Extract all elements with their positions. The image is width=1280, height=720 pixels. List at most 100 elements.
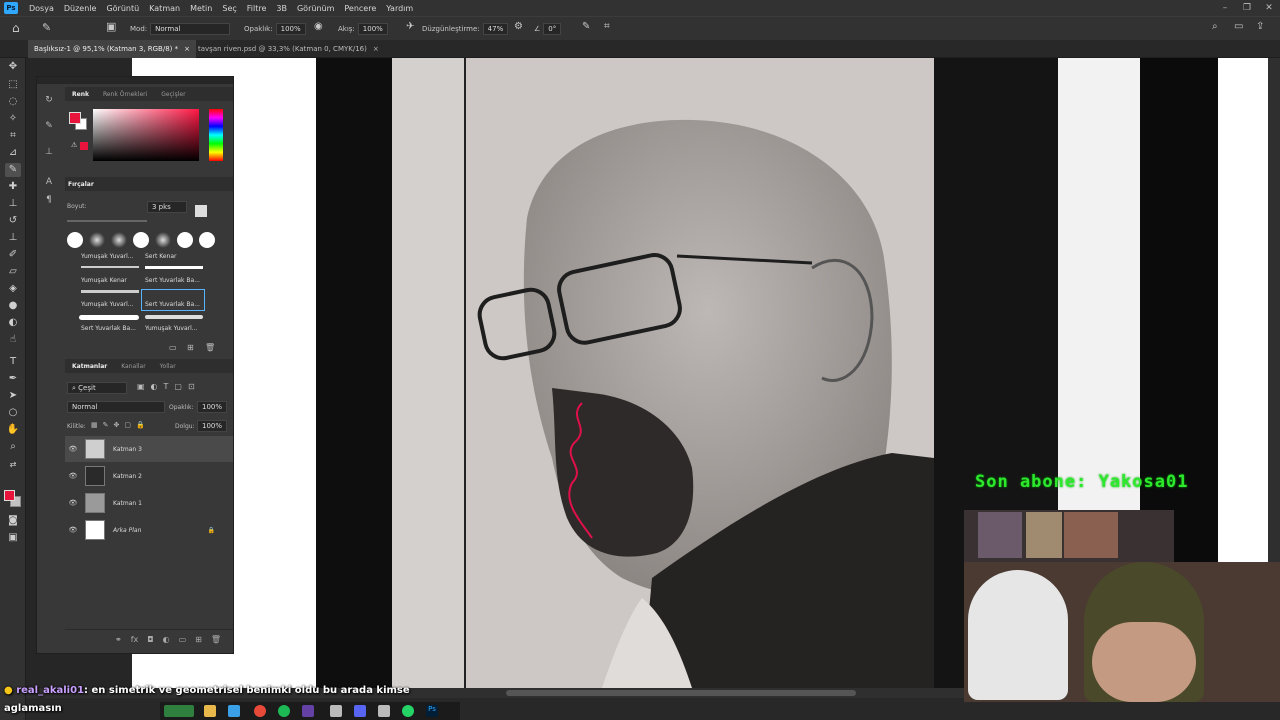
fx-icon[interactable]: fx	[131, 635, 139, 649]
pen-tool-icon[interactable]: ✒	[5, 372, 21, 386]
stamp-tool-icon[interactable]: ⊥	[5, 231, 21, 245]
type-tool-icon[interactable]: T	[5, 355, 21, 369]
path-select-tool-icon[interactable]: ➤	[5, 389, 21, 403]
brush-name[interactable]: Yumuşak Yuvarl...	[81, 253, 133, 260]
layer-row[interactable]: 👁 Katman 1	[65, 490, 233, 516]
airbrush-icon[interactable]: ✈	[406, 21, 414, 32]
close-icon[interactable]: ✕	[1258, 3, 1280, 13]
shape-tool-icon[interactable]: ○	[5, 406, 21, 420]
mixer-brush-tool-icon[interactable]: ✐	[5, 248, 21, 262]
gear-icon[interactable]: ⚙	[514, 21, 523, 32]
character-panel-icon[interactable]: A	[41, 177, 57, 191]
brush-tip-soft[interactable]	[111, 232, 127, 248]
angle-input[interactable]: 0°	[543, 23, 562, 35]
dodge-tool-icon[interactable]: ◐	[5, 316, 21, 330]
minimize-icon[interactable]: –	[1214, 3, 1236, 13]
layer-opacity-input[interactable]: 100%	[197, 401, 227, 413]
tab-channels[interactable]: Kanallar	[114, 363, 152, 370]
new-brush-icon[interactable]	[195, 205, 207, 217]
opacity-input[interactable]: 100%	[275, 23, 306, 35]
brush-tip-soft[interactable]	[89, 232, 105, 248]
brush-tip-hard[interactable]	[199, 232, 215, 248]
brush-tip-soft[interactable]	[155, 232, 171, 248]
color-foreground-swatch[interactable]	[69, 112, 81, 124]
brush-tool-icon[interactable]: ✎	[5, 163, 21, 177]
menu-view[interactable]: Görünüm	[292, 4, 339, 13]
pressure-size-icon[interactable]: ✎	[582, 21, 590, 32]
eyedropper-tool-icon[interactable]: ⊿	[5, 146, 21, 160]
history-brush-tool-icon[interactable]: ↺	[5, 214, 21, 228]
new-layer-icon[interactable]: ⊞	[195, 635, 202, 649]
tab-paths[interactable]: Yollar	[153, 363, 183, 370]
layer-filter-select[interactable]: ⌕ Çeşit	[67, 382, 127, 394]
menu-window[interactable]: Pencere	[339, 4, 381, 13]
brush-tip-hard[interactable]	[67, 232, 83, 248]
symmetry-icon[interactable]: ⌗	[604, 21, 610, 32]
quick-mask-icon[interactable]: ◙	[5, 514, 21, 528]
brush-tip-hard[interactable]	[177, 232, 193, 248]
menu-layer[interactable]: Katman	[144, 4, 185, 13]
brush-name[interactable]: Sert Yuvarlak Ba...	[145, 301, 200, 308]
brush-size-input[interactable]: 3 pks	[147, 201, 187, 213]
gamut-swatch[interactable]	[80, 142, 88, 150]
marquee-tool-icon[interactable]: ⬚	[5, 78, 21, 92]
menu-select[interactable]: Seç	[217, 4, 241, 13]
brush-name[interactable]: Yumuşak Kenar	[81, 277, 127, 284]
flow-input[interactable]: 100%	[357, 23, 388, 35]
tab-close-icon[interactable]: ×	[373, 45, 379, 53]
smoothing-input[interactable]: 47%	[482, 23, 509, 35]
delete-layer-icon[interactable]: 🗑	[211, 635, 221, 649]
foreground-color-swatch[interactable]	[4, 490, 15, 501]
color-field[interactable]	[93, 109, 199, 161]
trash-icon[interactable]: 🗑	[205, 343, 215, 352]
brush-settings-icon[interactable]: ▣	[106, 20, 116, 33]
menu-file[interactable]: Dosya	[24, 4, 59, 13]
group-icon[interactable]: ▭	[179, 635, 187, 649]
eye-icon[interactable]: 👁	[65, 499, 81, 507]
pressure-opacity-icon[interactable]: ◉	[314, 21, 323, 32]
menu-image[interactable]: Görüntü	[101, 4, 144, 13]
layer-row[interactable]: 👁 Katman 2	[65, 463, 233, 489]
menu-3d[interactable]: 3B	[271, 4, 292, 13]
lock-icons[interactable]: ▦✎✥▢🔒	[91, 421, 150, 429]
menu-help[interactable]: Yardım	[381, 4, 418, 13]
layer-row[interactable]: 👁 Arka Plan 🔒	[65, 517, 233, 543]
hand-tool-icon[interactable]: ✋	[5, 423, 21, 437]
search-icon[interactable]: ⌕	[1212, 21, 1218, 32]
screen-mode-icon[interactable]: ▣	[5, 531, 21, 545]
share-icon[interactable]: ⇪	[1256, 21, 1264, 32]
workspace-icon[interactable]: ▭	[1234, 21, 1243, 32]
brush-name[interactable]: Yumuşak Yuvarl...	[81, 301, 133, 308]
brush-tip-hard[interactable]	[133, 232, 149, 248]
blur-tool-icon[interactable]: ●	[5, 299, 21, 313]
menu-filter[interactable]: Filtre	[242, 4, 272, 13]
mode-select[interactable]: Normal	[150, 23, 231, 35]
tab-swatches[interactable]: Renk Örnekleri	[96, 91, 154, 98]
brush-preset-icon[interactable]: ✎	[42, 21, 51, 34]
quick-select-tool-icon[interactable]: ✧	[5, 112, 21, 126]
link-icon[interactable]: ⚭	[115, 635, 122, 649]
crop-tool-icon[interactable]: ⌗	[5, 129, 21, 143]
healing-tool-icon[interactable]: ✚	[5, 180, 21, 194]
restore-icon[interactable]: ❐	[1236, 3, 1258, 13]
menu-edit[interactable]: Düzenle	[59, 4, 102, 13]
eye-icon[interactable]: 👁	[65, 472, 81, 480]
new-preset-icon[interactable]: ⊞	[187, 343, 194, 352]
brush-name[interactable]: Sert Kenar	[145, 253, 177, 260]
adjustment-icon[interactable]: ◐	[163, 635, 170, 649]
lasso-tool-icon[interactable]: ◌	[5, 95, 21, 109]
paint-bucket-tool-icon[interactable]: ◈	[5, 282, 21, 296]
size-slider[interactable]	[67, 220, 147, 222]
move-tool-icon[interactable]: ✥	[5, 60, 21, 74]
folder-icon[interactable]: ▭	[169, 343, 177, 352]
brush-name[interactable]: Sert Yuvarlak Ba...	[81, 325, 136, 332]
clone-stamp-tool-icon[interactable]: ⊥	[5, 197, 21, 211]
fill-input[interactable]: 100%	[197, 420, 227, 432]
scrollbar-thumb[interactable]	[506, 690, 856, 696]
tab-close-icon[interactable]: ×	[184, 45, 190, 53]
eraser-tool-icon[interactable]: ▱	[5, 265, 21, 279]
smudge-tool-icon[interactable]: ☝	[5, 333, 21, 347]
mask-icon[interactable]: ◘	[147, 635, 153, 649]
tab-document-2[interactable]: tavşan riven.psd @ 33,3% (Katman 0, CMYK…	[192, 40, 385, 58]
layer-filter-icons[interactable]: ▣◐T▢⊡	[137, 382, 201, 391]
